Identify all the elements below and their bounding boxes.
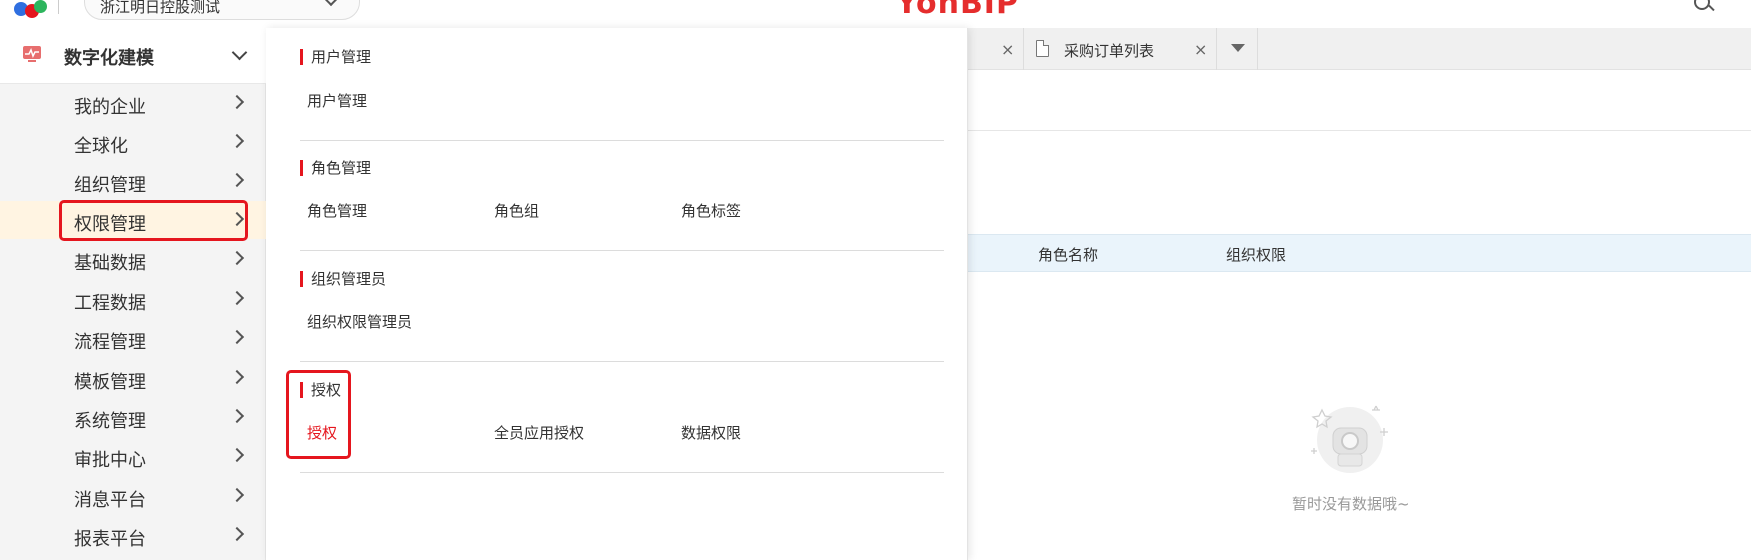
sidebar-item-label: 报表平台 <box>74 529 146 550</box>
app-logo-icon[interactable] <box>14 0 48 18</box>
top-bar: 浙江明日控股测试 YonBIP <box>0 0 1751 26</box>
sidebar-item-label: 系统管理 <box>74 411 146 432</box>
section-title-role-management: 角色管理 <box>300 160 371 176</box>
tenant-name[interactable]: 浙江明日控股测试 <box>100 0 220 17</box>
chevron-right-icon <box>229 408 245 424</box>
chevron-right-icon <box>229 94 245 110</box>
section-title-org-admin: 组织管理员 <box>300 271 386 287</box>
tab-divider <box>1023 28 1024 70</box>
close-tab-icon[interactable]: × <box>1194 40 1207 59</box>
brand-logo: YonBIP <box>896 0 1019 21</box>
sidebar-item-label: 我的企业 <box>74 97 146 118</box>
sidebar-item-label: 全球化 <box>74 136 128 157</box>
column-header-org-permission[interactable]: 组织权限 <box>1226 244 1286 265</box>
sidebar-item-my-enterprise[interactable]: 我的企业 <box>0 84 266 122</box>
sidebar-item-label: 工程数据 <box>74 293 146 314</box>
chevron-right-icon <box>229 526 245 542</box>
sidebar-item-globalization[interactable]: 全球化 <box>0 123 266 161</box>
chevron-right-icon <box>229 290 245 306</box>
document-icon <box>1036 40 1049 57</box>
section-divider <box>300 361 944 362</box>
menu-link-data-permission[interactable]: 数据权限 <box>681 422 741 443</box>
sidebar-item-label: 基础数据 <box>74 253 146 274</box>
close-tab-icon[interactable]: × <box>1001 40 1014 59</box>
sidebar-item-label: 消息平台 <box>74 490 146 511</box>
sidebar-item-template-management[interactable]: 模板管理 <box>0 359 266 397</box>
sidebar-title[interactable]: 数字化建模 <box>64 44 154 70</box>
section-divider <box>300 140 944 141</box>
section-divider <box>300 472 944 473</box>
sidebar-item-label: 审批中心 <box>74 450 146 471</box>
menu-link-org-permission-admin[interactable]: 组织权限管理员 <box>307 311 412 332</box>
sidebar-item-system-management[interactable]: 系统管理 <box>0 398 266 436</box>
section-divider <box>300 250 944 251</box>
sidebar-item-basic-data[interactable]: 基础数据 <box>0 240 266 278</box>
highlight-box-authorization <box>286 370 351 459</box>
menu-link-role-group[interactable]: 角色组 <box>494 200 539 221</box>
sidebar-item-label: 模板管理 <box>74 372 146 393</box>
chevron-right-icon <box>229 369 245 385</box>
menu-link-all-staff-app-authorization[interactable]: 全员应用授权 <box>494 422 584 443</box>
digital-modeling-icon <box>23 46 41 62</box>
highlight-box-permission-management <box>59 200 248 241</box>
tab-more-dropdown-icon[interactable] <box>1216 28 1258 70</box>
submenu-panel <box>266 28 968 560</box>
search-icon[interactable] <box>1694 0 1710 10</box>
logo-divider <box>58 0 59 14</box>
chevron-right-icon <box>229 447 245 463</box>
sidebar-item-approval-center[interactable]: 审批中心 <box>0 437 266 475</box>
section-title-user-management: 用户管理 <box>300 49 371 65</box>
column-header-role-name[interactable]: 角色名称 <box>1038 244 1098 265</box>
chevron-right-icon <box>229 250 245 266</box>
empty-state-illustration <box>1311 405 1388 473</box>
toolbar-divider <box>968 130 1751 131</box>
sidebar-item-message-platform[interactable]: 消息平台 <box>0 477 266 515</box>
chevron-right-icon <box>229 329 245 345</box>
menu-link-role-management[interactable]: 角色管理 <box>307 200 367 221</box>
menu-link-user-management[interactable]: 用户管理 <box>307 90 367 111</box>
sidebar-item-org-management[interactable]: 组织管理 <box>0 162 266 200</box>
sidebar-item-label: 流程管理 <box>74 332 146 353</box>
menu-link-role-tag[interactable]: 角色标签 <box>681 200 741 221</box>
tab-purchase-order-list[interactable]: 采购订单列表 <box>1064 40 1154 61</box>
chevron-right-icon <box>229 487 245 503</box>
chevron-right-icon <box>229 172 245 188</box>
sidebar-item-label: 组织管理 <box>74 175 146 196</box>
chevron-right-icon <box>229 133 245 149</box>
empty-state-text: 暂时没有数据哦~ <box>1292 495 1410 513</box>
sidebar-item-process-management[interactable]: 流程管理 <box>0 319 266 357</box>
sidebar-item-engineering-data[interactable]: 工程数据 <box>0 280 266 318</box>
sidebar-item-report-platform[interactable]: 报表平台 <box>0 516 266 554</box>
